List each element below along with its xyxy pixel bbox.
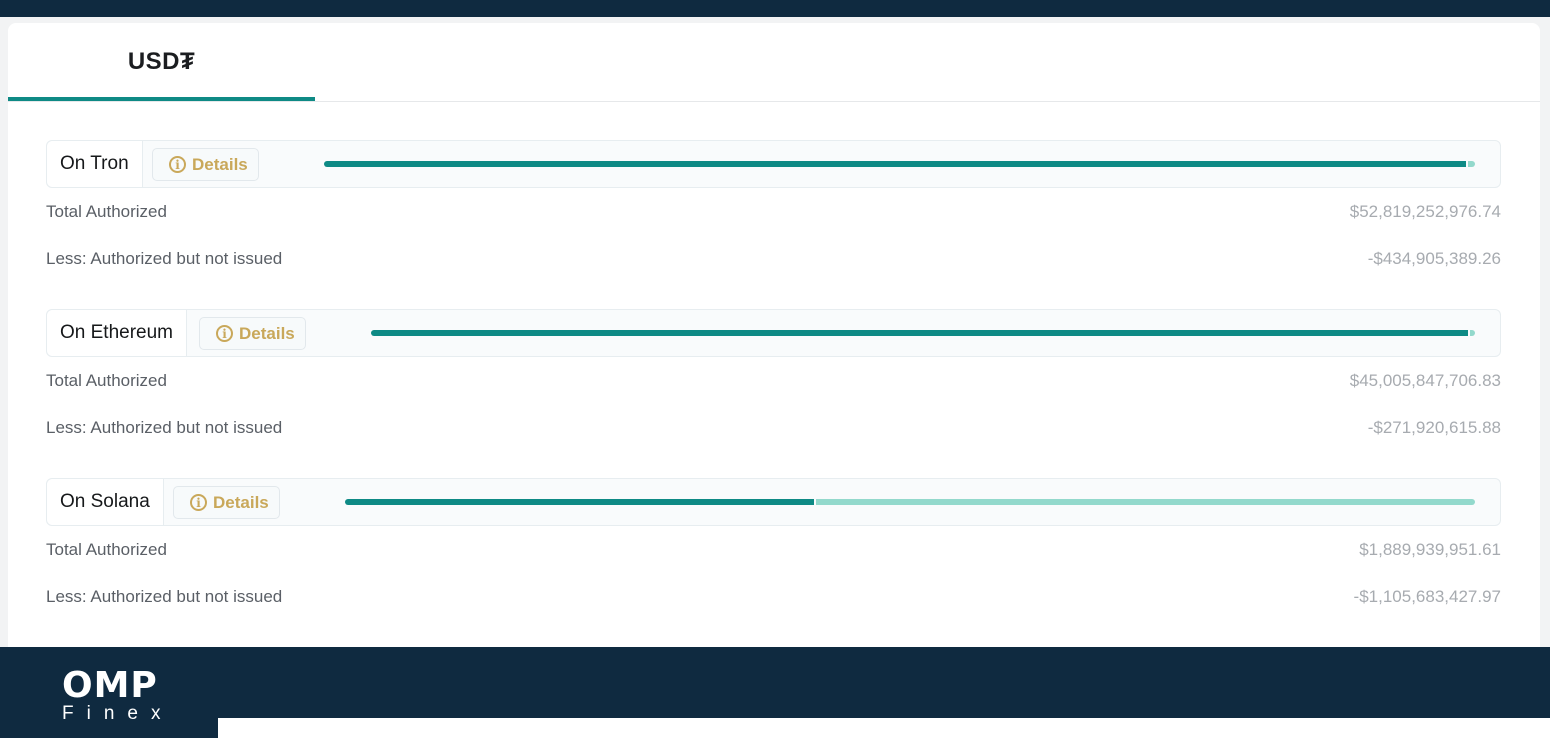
info-icon: i <box>216 325 233 342</box>
total-authorized-value: $52,819,252,976.74 <box>1349 201 1501 221</box>
details-button[interactable]: i Details <box>199 317 306 350</box>
total-authorized-row: Total Authorized $1,889,939,951.61 <box>46 526 1501 573</box>
total-authorized-row: Total Authorized $45,005,847,706.83 <box>46 357 1501 404</box>
tab-usdt[interactable]: USD₮ <box>8 23 315 101</box>
details-label: Details <box>192 154 248 174</box>
issued-portion <box>324 161 1466 167</box>
details-label: Details <box>239 323 295 343</box>
unissued-portion <box>1468 161 1475 167</box>
top-bar <box>0 0 1550 17</box>
not-issued-row: Less: Authorized but not issued -$434,90… <box>46 235 1501 282</box>
chain-tron: On Tron i Details Total Authorized $52,8… <box>46 140 1501 282</box>
unissued-portion <box>1470 330 1475 336</box>
not-issued-value: -$434,905,389.26 <box>1367 248 1501 268</box>
omp-finex-logo[interactable]: OMP Finex <box>62 668 173 724</box>
total-authorized-value: $1,889,939,951.61 <box>1359 539 1501 559</box>
chain-solana: On Solana i Details Total Authorized $1,… <box>46 478 1501 620</box>
not-issued-row: Less: Authorized but not issued -$1,105,… <box>46 573 1501 620</box>
not-issued-label: Less: Authorized but not issued <box>46 248 283 268</box>
not-issued-value: -$271,920,615.88 <box>1367 417 1501 437</box>
logo-sub: Finex <box>62 703 174 724</box>
issued-portion <box>371 330 1468 336</box>
details-button[interactable]: i Details <box>173 486 280 519</box>
info-icon: i <box>190 494 207 511</box>
active-tab-indicator <box>8 97 315 101</box>
total-authorized-label: Total Authorized <box>46 370 167 390</box>
chain-name: On Solana <box>47 479 164 525</box>
not-issued-label: Less: Authorized but not issued <box>46 586 283 606</box>
issuance-bar <box>324 161 1475 167</box>
chain-name: On Tron <box>47 141 143 187</box>
total-authorized-label: Total Authorized <box>46 539 167 559</box>
chain-ethereum: On Ethereum i Details Total Authorized $… <box>46 309 1501 451</box>
total-authorized-row: Total Authorized $52,819,252,976.74 <box>46 188 1501 235</box>
info-icon: i <box>169 156 186 173</box>
tab-bar: USD₮ <box>8 23 1540 102</box>
total-authorized-value: $45,005,847,706.83 <box>1349 370 1501 390</box>
chain-header: On Ethereum i Details <box>46 309 1501 357</box>
not-issued-row: Less: Authorized but not issued -$271,92… <box>46 404 1501 451</box>
not-issued-label: Less: Authorized but not issued <box>46 417 283 437</box>
chain-header: On Solana i Details <box>46 478 1501 526</box>
unissued-portion <box>816 499 1475 505</box>
logo-main: OMP <box>62 665 158 706</box>
total-authorized-label: Total Authorized <box>46 201 167 221</box>
footer-panel <box>218 718 1550 738</box>
not-issued-value: -$1,105,683,427.97 <box>1353 586 1501 606</box>
details-label: Details <box>213 492 269 512</box>
usdt-card: USD₮ On Tron i Details Total Authorized … <box>8 23 1540 663</box>
issuance-bar <box>345 499 1475 505</box>
chain-header: On Tron i Details <box>46 140 1501 188</box>
issuance-bar <box>371 330 1475 336</box>
details-button[interactable]: i Details <box>152 148 259 181</box>
chain-name: On Ethereum <box>47 310 187 356</box>
issued-portion <box>345 499 814 505</box>
